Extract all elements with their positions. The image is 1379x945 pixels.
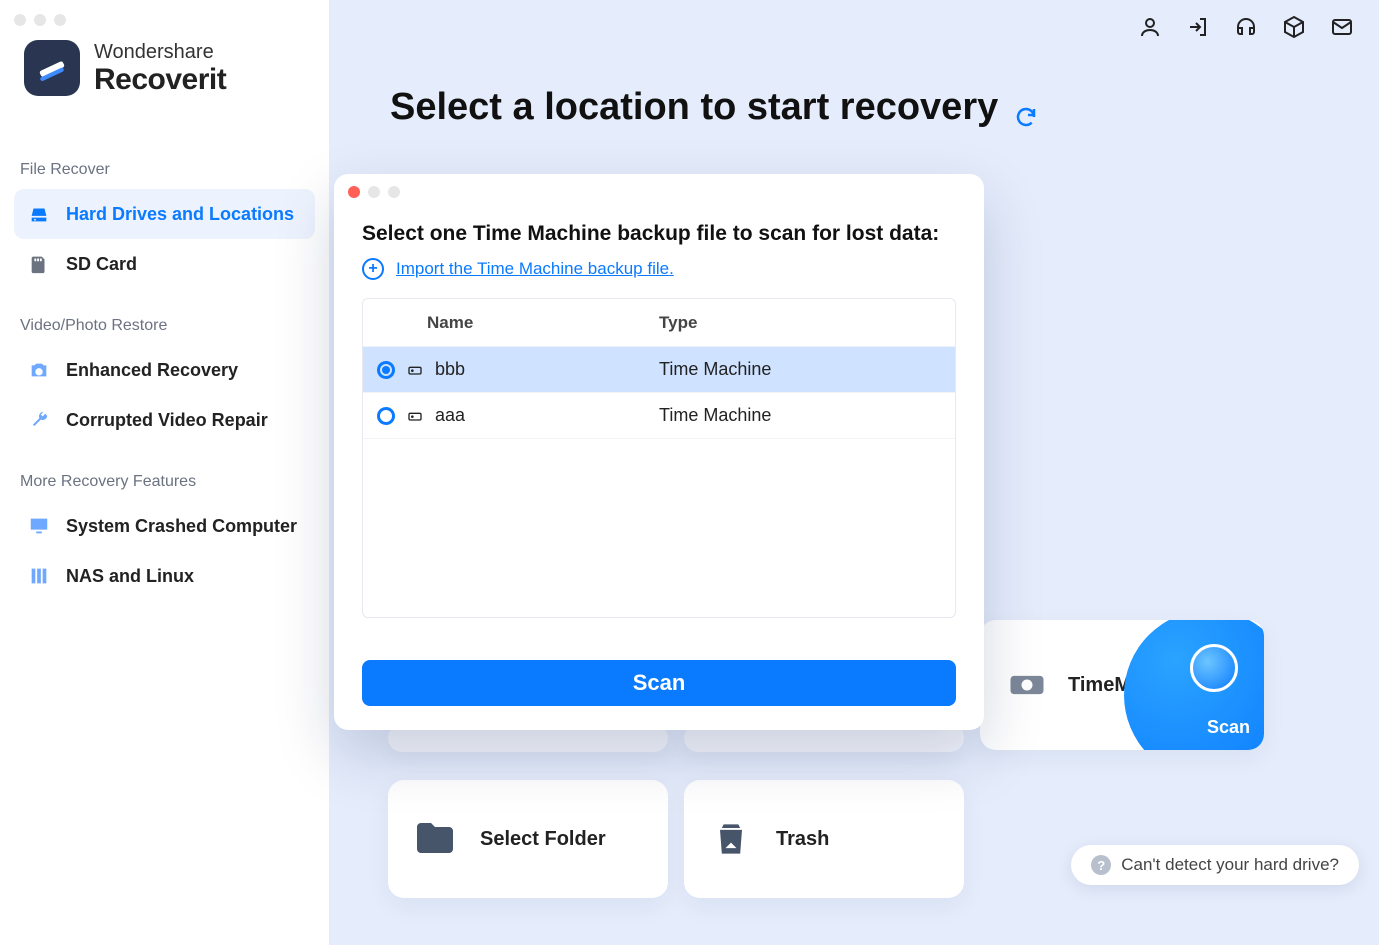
radio-unselected-icon[interactable] [377, 407, 395, 425]
table-row[interactable]: aaa Time Machine [363, 393, 955, 439]
camera-icon [28, 359, 50, 381]
sidebar-item-label: Enhanced Recovery [66, 360, 238, 381]
traffic-dot[interactable] [14, 14, 26, 26]
brand-top-text: Wondershare [94, 41, 226, 63]
window-controls-sidebar [14, 14, 66, 26]
table-header: Name Type [363, 299, 955, 347]
row-type: Time Machine [659, 405, 955, 426]
sidebar-enhanced[interactable]: Enhanced Recovery [0, 345, 329, 395]
help-pill[interactable]: ? Can't detect your hard drive? [1071, 845, 1359, 885]
modal-window-controls [348, 186, 400, 198]
section-title: Video/Photo Restore [0, 317, 329, 335]
sidebar-nav: File Recover Hard Drives and Locations S… [0, 155, 329, 601]
traffic-dot[interactable] [54, 14, 66, 26]
row-type: Time Machine [659, 359, 955, 380]
card-trash[interactable]: Trash [684, 780, 964, 898]
modal-max-dot[interactable] [388, 186, 400, 198]
sidebar-sd-card[interactable]: SD Card [0, 239, 329, 289]
sidebar-item-label: Hard Drives and Locations [66, 204, 294, 225]
sidebar-item-label: Corrupted Video Repair [66, 410, 268, 431]
sidebar-item-label: System Crashed Computer [66, 516, 297, 537]
sidebar-hard-drives[interactable]: Hard Drives and Locations [14, 189, 315, 239]
import-link[interactable]: Import the Time Machine backup file. [396, 259, 674, 279]
backup-table: Name Type bbb Time Machine aaa Time Mach… [362, 298, 956, 618]
radio-selected-icon[interactable] [377, 361, 395, 379]
refresh-icon[interactable] [1014, 96, 1038, 120]
package-icon[interactable] [1281, 14, 1307, 40]
section-title: File Recover [0, 161, 329, 179]
row-name: bbb [435, 359, 465, 380]
sidebar-corrupted[interactable]: Corrupted Video Repair [0, 395, 329, 445]
page-title-row: Select a location to start recovery [390, 86, 1038, 129]
sidebar-system-crashed[interactable]: System Crashed Computer [0, 501, 329, 551]
drive-icon [405, 362, 425, 378]
server-icon [28, 565, 50, 587]
modal-close-dot[interactable] [348, 186, 360, 198]
support-icon[interactable] [1233, 14, 1259, 40]
table-row[interactable]: bbb Time Machine [363, 347, 955, 393]
sidebar-item-label: NAS and Linux [66, 566, 194, 587]
trash-icon [706, 814, 756, 864]
card-timemachine[interactable]: TimeMachine Scan [980, 620, 1264, 750]
sidebar-item-label: SD Card [66, 254, 137, 275]
monitor-icon [28, 515, 50, 537]
timemachine-disc-icon [1190, 644, 1238, 692]
brand: Wondershare Recoverit [24, 40, 226, 96]
page-title: Select a location to start recovery [390, 86, 998, 129]
wrench-icon [28, 409, 50, 431]
modal-title: Select one Time Machine backup file to s… [362, 222, 939, 246]
col-type: Type [659, 313, 955, 333]
card-label: Trash [776, 828, 829, 851]
scan-button[interactable]: Scan [362, 660, 956, 706]
sidebar: Wondershare Recoverit File Recover Hard … [0, 0, 330, 945]
header-icons [1137, 14, 1355, 40]
drive-icon [405, 408, 425, 424]
help-text: Can't detect your hard drive? [1121, 855, 1339, 875]
brand-bottom-text: Recoverit [94, 63, 226, 96]
modal-min-dot[interactable] [368, 186, 380, 198]
folder-icon [410, 814, 460, 864]
sd-card-icon [28, 253, 50, 275]
time-machine-modal: Select one Time Machine backup file to s… [334, 174, 984, 730]
card-select-folder[interactable]: Select Folder [388, 780, 668, 898]
timemachine-scan-label: Scan [1207, 717, 1250, 738]
sidebar-nas-linux[interactable]: NAS and Linux [0, 551, 329, 601]
card-label: Select Folder [480, 828, 606, 851]
timemachine-drive-icon [1002, 660, 1052, 710]
import-plus-icon[interactable]: + [362, 258, 384, 280]
hdd-icon [28, 203, 50, 225]
mail-icon[interactable] [1329, 14, 1355, 40]
col-name: Name [363, 313, 659, 333]
traffic-dot[interactable] [34, 14, 46, 26]
row-name: aaa [435, 405, 465, 426]
help-icon: ? [1091, 855, 1111, 875]
account-icon[interactable] [1137, 14, 1163, 40]
section-title: More Recovery Features [0, 473, 329, 491]
app-logo-icon [24, 40, 80, 96]
login-icon[interactable] [1185, 14, 1211, 40]
